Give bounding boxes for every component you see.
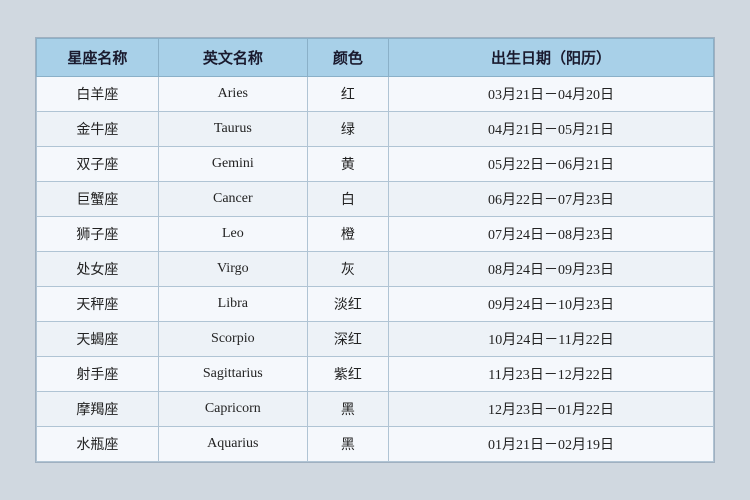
table-row: 双子座Gemini黄05月22日－06月21日 (37, 147, 714, 182)
cell-color: 黄 (307, 147, 388, 182)
cell-english: Taurus (158, 112, 307, 147)
cell-date: 07月24日－08月23日 (389, 217, 714, 252)
cell-date: 10月24日－11月22日 (389, 322, 714, 357)
cell-chinese: 白羊座 (37, 77, 159, 112)
table-row: 天蝎座Scorpio深红10月24日－11月22日 (37, 322, 714, 357)
table-row: 水瓶座Aquarius黑01月21日－02月19日 (37, 427, 714, 462)
cell-color: 红 (307, 77, 388, 112)
cell-date: 09月24日－10月23日 (389, 287, 714, 322)
zodiac-table: 星座名称 英文名称 颜色 出生日期（阳历） 白羊座Aries红03月21日－04… (36, 38, 714, 462)
table-row: 金牛座Taurus绿04月21日－05月21日 (37, 112, 714, 147)
cell-date: 08月24日－09月23日 (389, 252, 714, 287)
cell-color: 橙 (307, 217, 388, 252)
cell-color: 白 (307, 182, 388, 217)
table-row: 摩羯座Capricorn黑12月23日－01月22日 (37, 392, 714, 427)
cell-english: Sagittarius (158, 357, 307, 392)
cell-color: 绿 (307, 112, 388, 147)
table-row: 巨蟹座Cancer白06月22日－07月23日 (37, 182, 714, 217)
cell-english: Cancer (158, 182, 307, 217)
header-chinese: 星座名称 (37, 39, 159, 77)
header-date: 出生日期（阳历） (389, 39, 714, 77)
header-english: 英文名称 (158, 39, 307, 77)
cell-chinese: 射手座 (37, 357, 159, 392)
table-row: 天秤座Libra淡红09月24日－10月23日 (37, 287, 714, 322)
cell-date: 05月22日－06月21日 (389, 147, 714, 182)
cell-english: Aries (158, 77, 307, 112)
table-row: 白羊座Aries红03月21日－04月20日 (37, 77, 714, 112)
cell-chinese: 摩羯座 (37, 392, 159, 427)
cell-chinese: 处女座 (37, 252, 159, 287)
cell-date: 12月23日－01月22日 (389, 392, 714, 427)
cell-english: Leo (158, 217, 307, 252)
cell-color: 深红 (307, 322, 388, 357)
cell-chinese: 狮子座 (37, 217, 159, 252)
cell-chinese: 巨蟹座 (37, 182, 159, 217)
table-row: 狮子座Leo橙07月24日－08月23日 (37, 217, 714, 252)
cell-date: 03月21日－04月20日 (389, 77, 714, 112)
header-color: 颜色 (307, 39, 388, 77)
cell-color: 黑 (307, 427, 388, 462)
cell-english: Capricorn (158, 392, 307, 427)
table-body: 白羊座Aries红03月21日－04月20日金牛座Taurus绿04月21日－0… (37, 77, 714, 462)
cell-chinese: 金牛座 (37, 112, 159, 147)
table-header-row: 星座名称 英文名称 颜色 出生日期（阳历） (37, 39, 714, 77)
cell-date: 06月22日－07月23日 (389, 182, 714, 217)
cell-chinese: 双子座 (37, 147, 159, 182)
cell-chinese: 天蝎座 (37, 322, 159, 357)
cell-chinese: 水瓶座 (37, 427, 159, 462)
cell-english: Aquarius (158, 427, 307, 462)
cell-english: Gemini (158, 147, 307, 182)
cell-color: 紫红 (307, 357, 388, 392)
zodiac-table-container: 星座名称 英文名称 颜色 出生日期（阳历） 白羊座Aries红03月21日－04… (35, 37, 715, 463)
cell-color: 淡红 (307, 287, 388, 322)
cell-english: Scorpio (158, 322, 307, 357)
cell-chinese: 天秤座 (37, 287, 159, 322)
cell-color: 灰 (307, 252, 388, 287)
cell-date: 04月21日－05月21日 (389, 112, 714, 147)
cell-english: Virgo (158, 252, 307, 287)
table-row: 处女座Virgo灰08月24日－09月23日 (37, 252, 714, 287)
cell-date: 11月23日－12月22日 (389, 357, 714, 392)
table-row: 射手座Sagittarius紫红11月23日－12月22日 (37, 357, 714, 392)
cell-color: 黑 (307, 392, 388, 427)
cell-english: Libra (158, 287, 307, 322)
cell-date: 01月21日－02月19日 (389, 427, 714, 462)
